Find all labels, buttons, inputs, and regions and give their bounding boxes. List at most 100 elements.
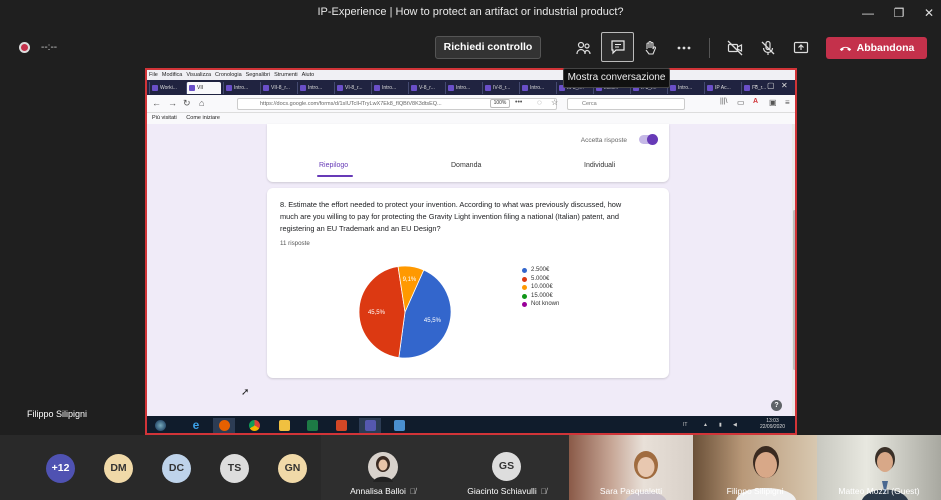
mouse-cursor-icon: ➚ — [241, 387, 250, 398]
more-participants-badge[interactable]: +12 — [46, 454, 75, 483]
legend-label: Not known — [531, 301, 560, 307]
browser-tab[interactable]: VII — [186, 82, 221, 94]
participant-tile[interactable]: GS Giacinto Schiavulli 🎙̸ — [445, 435, 569, 500]
title-bar: IP-Experience | How to protect an artifa… — [0, 0, 941, 26]
browser-tab[interactable]: VII-8_r... — [260, 82, 295, 94]
participants-icon[interactable] — [572, 37, 596, 59]
browser-tab[interactable]: V-8_r... — [408, 82, 443, 94]
teams-icon[interactable] — [359, 418, 381, 433]
reload-icon[interactable]: ↻ — [183, 98, 191, 109]
browser-menu-item[interactable]: Visualizza — [186, 72, 211, 78]
page-actions-icon[interactable]: ••• — [515, 99, 522, 106]
browser-tab[interactable]: Intro... — [371, 82, 406, 94]
participant-video-tile[interactable]: Filippo Silipigni — [693, 435, 817, 500]
participant-tile-name: Sara Pasqualetti — [599, 486, 663, 496]
help-icon[interactable]: ? — [771, 400, 782, 411]
browser-menu-item[interactable]: Strumenti — [274, 72, 298, 78]
browser-tab[interactable]: Intro... — [667, 82, 702, 94]
start-button-icon[interactable] — [149, 418, 171, 433]
extension-icon[interactable]: ▣ — [769, 98, 777, 107]
chart-legend: 2.500€ 5.000€ 10.000€ 15.000€ Not known — [522, 266, 559, 309]
leave-button[interactable]: Abbandona — [826, 37, 927, 59]
browser-menu-item[interactable]: Modifica — [162, 72, 182, 78]
bookmark-star-icon[interactable]: ☆ — [551, 98, 558, 107]
google-forms-page: Accetta risposte Riepilogo Domanda Indiv… — [147, 124, 792, 416]
sidebar-icon[interactable]: ▭ — [737, 98, 745, 107]
excel-icon[interactable] — [301, 418, 323, 433]
legend-swatch — [522, 302, 527, 307]
pie-slice-label: 9,1% — [403, 277, 417, 283]
browser-search-input[interactable]: Cerca — [567, 98, 685, 110]
leave-label: Abbandona — [856, 42, 915, 54]
participant-avatar[interactable]: TS — [220, 454, 249, 483]
mic-off-icon: 🎙̸ — [540, 487, 547, 496]
minimize-button[interactable]: — — [858, 4, 878, 22]
browser-tab[interactable]: Intro... — [445, 82, 480, 94]
share-screen-icon[interactable] — [789, 37, 813, 59]
raise-hand-icon[interactable] — [638, 37, 662, 59]
browser-tab[interactable]: Intro... — [519, 82, 554, 94]
browser-tab[interactable]: IP Ac... — [704, 82, 739, 94]
maximize-button[interactable]: ❐ — [889, 4, 909, 22]
participant-avatar: GS — [492, 452, 521, 481]
close-window-button[interactable]: ✕ — [919, 4, 939, 22]
windows-taskbar: e IT ▲ ▮ ◀ 13:03 22/09/2020 — [147, 416, 795, 433]
browser-menu-item[interactable]: Segnalibri — [246, 72, 270, 78]
browser-menu-item[interactable]: Cronologia — [215, 72, 242, 78]
participant-avatar[interactable]: GN — [278, 454, 307, 483]
browser-menu-item[interactable]: Aiuto — [302, 72, 315, 78]
pie-chart: 45,5% 45,5% 9,1% — [358, 265, 452, 359]
volume-icon[interactable]: ◀ — [733, 422, 737, 428]
browser-close-icon[interactable]: ✕ — [781, 81, 788, 90]
language-indicator[interactable]: IT — [683, 422, 687, 428]
back-icon[interactable]: ← — [152, 98, 161, 108]
browser-tab[interactable]: Intro... — [297, 82, 332, 94]
network-icon[interactable]: ▮ — [719, 422, 722, 428]
legend-item: 15.000€ — [522, 292, 559, 301]
bookmark-most-visited[interactable]: Più visitati — [152, 115, 177, 121]
pdf-extension-icon[interactable]: A — [753, 98, 758, 105]
bookmark-getting-started[interactable]: Come iniziare — [186, 115, 220, 121]
internet-explorer-icon[interactable]: e — [185, 418, 207, 433]
taskbar-clock[interactable]: 13:03 22/09/2020 — [760, 418, 785, 430]
browser-tab[interactable]: I-8_r... — [741, 82, 776, 94]
browser-tab[interactable]: IV-8_r... — [482, 82, 517, 94]
file-explorer-icon[interactable] — [273, 418, 295, 433]
participant-video-tile[interactable]: Matteo Mozzi (Guest) — [817, 435, 941, 500]
show-conversation-button[interactable] — [601, 32, 634, 62]
browser-menu-item[interactable]: File — [149, 72, 158, 78]
more-options-icon[interactable] — [672, 37, 696, 59]
powerpoint-icon[interactable] — [330, 418, 352, 433]
mic-off-icon[interactable] — [756, 37, 780, 59]
browser-tab[interactable]: Intro... — [223, 82, 258, 94]
library-icon[interactable]: |||\ — [720, 98, 727, 105]
legend-swatch — [522, 268, 527, 273]
pocket-icon[interactable]: ◌ — [537, 98, 542, 107]
camera-off-icon[interactable] — [723, 37, 747, 59]
accept-responses-toggle[interactable] — [639, 134, 658, 145]
tab-summary[interactable]: Riepilogo — [319, 162, 348, 169]
hamburger-menu-icon[interactable]: ≡ — [785, 98, 790, 107]
forward-icon[interactable]: → — [168, 98, 177, 108]
browser-tab[interactable]: Worki... — [149, 82, 184, 94]
chrome-icon[interactable] — [243, 418, 265, 433]
zoom-indicator[interactable]: 100% — [490, 99, 510, 108]
legend-label: 10.000€ — [531, 284, 553, 290]
show-conversation-tooltip: Mostra conversazione — [563, 68, 670, 88]
image-viewer-icon[interactable] — [388, 418, 410, 433]
request-control-button[interactable]: Richiedi controllo — [435, 36, 541, 59]
firefox-icon[interactable] — [213, 418, 235, 433]
participant-video-tile[interactable]: Sara Pasqualetti — [569, 435, 693, 500]
tray-arrow-icon[interactable]: ▲ — [703, 422, 708, 428]
page-scrollbar-thumb[interactable] — [793, 210, 795, 370]
legend-swatch — [522, 285, 527, 290]
browser-tab[interactable]: VI-8_r... — [334, 82, 369, 94]
participant-tile[interactable]: Annalisa Balloi 🎙̸ — [321, 435, 445, 500]
participant-avatar[interactable]: DC — [162, 454, 191, 483]
legend-label: 15.000€ — [531, 292, 553, 299]
tab-individual[interactable]: Individuali — [584, 162, 615, 169]
home-icon[interactable]: ⌂ — [199, 98, 204, 108]
legend-item: 5.000€ — [522, 275, 559, 284]
participant-avatar[interactable]: DM — [104, 454, 133, 483]
tab-question[interactable]: Domanda — [451, 162, 481, 169]
